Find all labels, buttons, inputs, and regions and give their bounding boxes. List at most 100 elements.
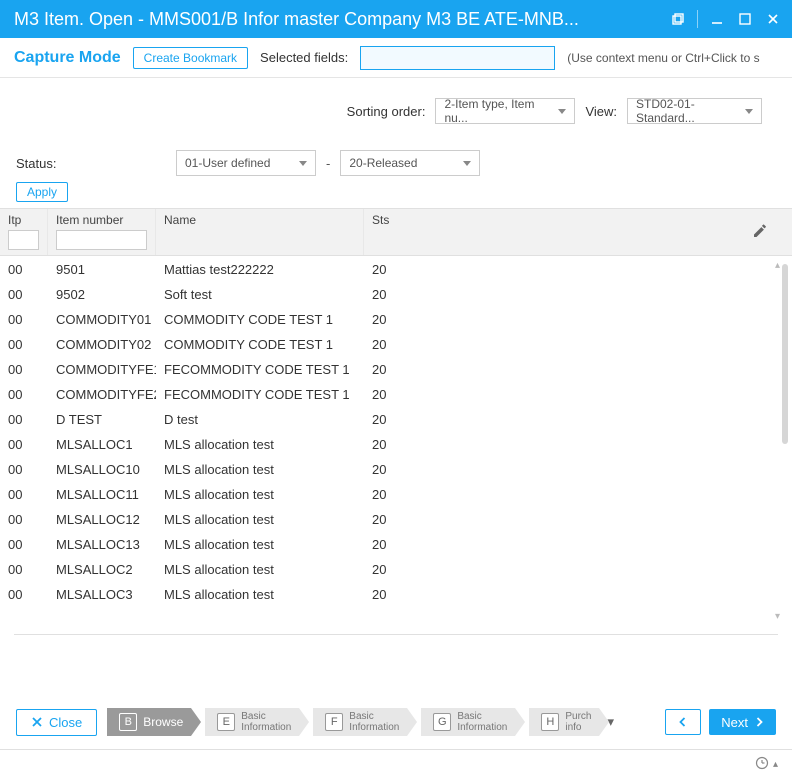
col-header-itp[interactable]: Itp	[8, 213, 39, 227]
view-label: View:	[585, 104, 617, 119]
cell-sts: 20	[364, 387, 412, 402]
cell-itemnum: MLSALLOC1	[48, 437, 156, 452]
cell-itemnum: COMMODITYFE1	[48, 362, 156, 377]
table-row[interactable]: 00MLSALLOC2MLS allocation test20	[0, 556, 792, 581]
status-to-select[interactable]: 20-Released	[340, 150, 480, 176]
cell-name: MLS allocation test	[156, 512, 364, 527]
step-e[interactable]: EBasicInformation	[205, 708, 299, 736]
cell-sts: 20	[364, 262, 412, 277]
cell-itp: 00	[0, 537, 48, 552]
cell-sts: 20	[364, 512, 412, 527]
cell-sts: 20	[364, 437, 412, 452]
table-row[interactable]: 00MLSALLOC10MLS allocation test20	[0, 456, 792, 481]
chevron-down-icon	[299, 161, 307, 166]
cell-itp: 00	[0, 412, 48, 427]
table-row[interactable]: 00D TESTD test20	[0, 406, 792, 431]
cell-itemnum: MLSALLOC12	[48, 512, 156, 527]
cell-itp: 00	[0, 387, 48, 402]
capture-hint: (Use context menu or Ctrl+Click to s	[567, 51, 759, 65]
cell-sts: 20	[364, 562, 412, 577]
maximize-icon[interactable]	[736, 10, 754, 28]
apply-button[interactable]: Apply	[16, 182, 68, 202]
step-label: Browse	[143, 717, 183, 728]
cell-name: MLS allocation test	[156, 562, 364, 577]
table-row[interactable]: 00COMMODITY01COMMODITY CODE TEST 120	[0, 306, 792, 331]
filter-input-itemnum[interactable]	[56, 230, 147, 250]
cell-itemnum: COMMODITYFE2	[48, 387, 156, 402]
cell-itemnum: COMMODITY02	[48, 337, 156, 352]
scroll-down-icon[interactable]: ▾	[775, 611, 780, 622]
cell-itp: 00	[0, 287, 48, 302]
status-bar: ▴	[0, 749, 792, 779]
cell-itp: 00	[0, 462, 48, 477]
sorting-order-select[interactable]: 2-Item type, Item nu...	[435, 98, 575, 124]
cell-itp: 00	[0, 487, 48, 502]
cell-itp: 00	[0, 337, 48, 352]
filter-row-status: Status: 01-User defined - 20-Released	[0, 124, 792, 176]
status-from-select[interactable]: 01-User defined	[176, 150, 316, 176]
table-row[interactable]: 00MLSALLOC12MLS allocation test20	[0, 506, 792, 531]
cell-sts: 20	[364, 287, 412, 302]
table-row[interactable]: 00MLSALLOC11MLS allocation test20	[0, 481, 792, 506]
capture-mode-title: Capture Mode	[14, 49, 121, 67]
window-titlebar: M3 Item. Open - MMS001/B Infor master Co…	[0, 0, 792, 38]
cell-name: Mattias test222222	[156, 262, 364, 277]
cell-itemnum: MLSALLOC3	[48, 587, 156, 602]
table-row[interactable]: 00MLSALLOC3MLS allocation test20	[0, 581, 792, 606]
step-key: G	[433, 713, 451, 731]
col-header-itemnum[interactable]: Item number	[56, 213, 147, 227]
table-row[interactable]: 00MLSALLOC13MLS allocation test20	[0, 531, 792, 556]
grid-body[interactable]: ▴ ▾ 009501Mattias test22222220009502Soft…	[0, 256, 792, 626]
cell-name: FECOMMODITY CODE TEST 1	[156, 362, 364, 377]
vertical-scrollbar[interactable]	[780, 256, 788, 626]
cell-name: COMMODITY CODE TEST 1	[156, 312, 364, 327]
table-row[interactable]: 00COMMODITYFE2FECOMMODITY CODE TEST 120	[0, 381, 792, 406]
cell-itp: 00	[0, 587, 48, 602]
table-row[interactable]: 00COMMODITY02COMMODITY CODE TEST 120	[0, 331, 792, 356]
edit-columns-icon[interactable]	[752, 223, 768, 242]
table-row[interactable]: 00COMMODITYFE1FECOMMODITY CODE TEST 120	[0, 356, 792, 381]
next-button[interactable]: Next	[709, 709, 776, 735]
cell-itemnum: MLSALLOC13	[48, 537, 156, 552]
col-header-name[interactable]: Name	[164, 213, 355, 227]
prev-button[interactable]	[665, 709, 701, 735]
view-select[interactable]: STD02-01-Standard...	[627, 98, 762, 124]
cell-name: MLS allocation test	[156, 462, 364, 477]
chevron-down-icon	[745, 109, 753, 114]
filter-input-itp[interactable]	[8, 230, 39, 250]
cell-sts: 20	[364, 312, 412, 327]
step-key: H	[541, 713, 559, 731]
cell-itemnum: D TEST	[48, 412, 156, 427]
step-label: BasicInformation	[457, 711, 507, 733]
restore-icon[interactable]	[669, 10, 687, 28]
step-f[interactable]: FBasicInformation	[313, 708, 407, 736]
create-bookmark-button[interactable]: Create Bookmark	[133, 47, 248, 69]
status-label: Status:	[16, 156, 166, 171]
selected-fields-input[interactable]	[360, 46, 555, 70]
cell-name: MLS allocation test	[156, 537, 364, 552]
step-g[interactable]: G BasicInformation	[421, 708, 515, 736]
step-h[interactable]: HPurchinfo	[529, 708, 599, 736]
clock-icon[interactable]	[755, 756, 769, 773]
cell-itemnum: 9502	[48, 287, 156, 302]
table-row[interactable]: 00MLSALLOC1MLS allocation test20	[0, 431, 792, 456]
table-row[interactable]: 009501Mattias test22222220	[0, 256, 792, 281]
cell-itp: 00	[0, 312, 48, 327]
cell-itemnum: COMMODITY01	[48, 312, 156, 327]
capture-bar: Capture Mode Create Bookmark Selected fi…	[0, 38, 792, 78]
col-header-sts[interactable]: Sts	[372, 213, 404, 227]
grid-header: Itp Item number Name Sts	[0, 208, 792, 256]
sorting-order-label: Sorting order:	[347, 104, 426, 119]
minimize-icon[interactable]	[708, 10, 726, 28]
close-button[interactable]: Close	[16, 709, 97, 736]
expand-up-icon[interactable]: ▴	[773, 759, 778, 770]
table-row[interactable]: 009502Soft test20	[0, 281, 792, 306]
cell-sts: 20	[364, 587, 412, 602]
cell-name: FECOMMODITY CODE TEST 1	[156, 387, 364, 402]
chevron-down-icon	[463, 161, 471, 166]
cell-itemnum: MLSALLOC2	[48, 562, 156, 577]
step-b[interactable]: BBrowse	[107, 708, 191, 736]
close-icon[interactable]	[764, 10, 782, 28]
cell-name: COMMODITY CODE TEST 1	[156, 337, 364, 352]
cell-name: D test	[156, 412, 364, 427]
